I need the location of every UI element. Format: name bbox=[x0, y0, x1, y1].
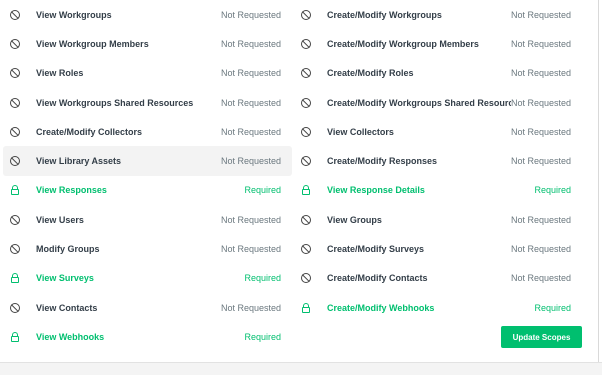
ban-icon bbox=[10, 97, 20, 108]
scope-status: Not Requested bbox=[220, 156, 281, 167]
update-scopes-button[interactable]: Update Scopes bbox=[501, 326, 582, 348]
scope-row-create-modify-workgroup-members[interactable]: Create/Modify Workgroup Members Not Reque… bbox=[294, 29, 582, 58]
scope-status: Required bbox=[534, 185, 571, 196]
scope-label: View Users bbox=[36, 214, 84, 225]
scope-status: Not Requested bbox=[220, 38, 281, 49]
scope-status: Not Requested bbox=[510, 38, 571, 49]
scope-status: Required bbox=[244, 273, 281, 284]
scope-label: View Collectors bbox=[327, 126, 394, 137]
scope-status: Not Requested bbox=[510, 273, 571, 284]
lock-icon bbox=[301, 185, 311, 196]
scope-row-view-roles[interactable]: View Roles Not Requested bbox=[3, 59, 292, 88]
scope-label: Create/Modify Workgroup Members bbox=[327, 38, 479, 49]
scope-status: Not Requested bbox=[510, 97, 571, 108]
scope-label: Modify Groups bbox=[36, 244, 100, 255]
scope-row-create-modify-contacts[interactable]: Create/Modify Contacts Not Requested bbox=[294, 264, 582, 293]
scope-status: Required bbox=[244, 331, 281, 342]
scope-status: Not Requested bbox=[220, 244, 281, 255]
scope-label: View Library Assets bbox=[36, 156, 122, 167]
ban-icon bbox=[301, 244, 311, 255]
panel-footer-edge bbox=[0, 362, 602, 375]
ban-icon bbox=[10, 9, 20, 20]
ban-icon bbox=[10, 156, 20, 167]
scope-row-modify-groups[interactable]: Modify Groups Not Requested bbox=[3, 234, 292, 263]
scope-label: View Workgroups bbox=[36, 9, 112, 20]
scope-label: View Webhooks bbox=[36, 331, 105, 342]
scope-label: View Surveys bbox=[36, 273, 94, 284]
ban-icon bbox=[301, 97, 311, 108]
scope-status: Required bbox=[244, 185, 281, 196]
scope-status: Not Requested bbox=[510, 156, 571, 167]
scope-label: View Roles bbox=[36, 68, 84, 79]
scope-label: View Groups bbox=[327, 214, 382, 225]
ban-icon bbox=[301, 38, 311, 49]
scope-row-create-modify-collectors[interactable]: Create/Modify Collectors Not Requested bbox=[3, 117, 292, 146]
scope-row-view-workgroups[interactable]: View Workgroups Not Requested bbox=[3, 0, 292, 29]
scope-label: Create/Modify Collectors bbox=[36, 126, 143, 137]
scope-row-view-response-details[interactable]: View Response Details Required bbox=[294, 176, 582, 205]
scope-status: Not Requested bbox=[220, 126, 281, 137]
scope-row-view-users[interactable]: View Users Not Requested bbox=[3, 205, 292, 234]
lock-icon bbox=[301, 302, 311, 313]
scope-row-create-modify-webhooks[interactable]: Create/Modify Webhooks Required bbox=[294, 293, 582, 322]
scope-row-create-modify-surveys[interactable]: Create/Modify Surveys Not Requested bbox=[294, 234, 582, 263]
scope-row-view-responses[interactable]: View Responses Required bbox=[3, 176, 292, 205]
scope-label: View Contacts bbox=[36, 302, 98, 313]
scope-status: Not Requested bbox=[510, 126, 571, 137]
ban-icon bbox=[301, 68, 311, 79]
ban-icon bbox=[301, 214, 311, 225]
ban-icon bbox=[10, 38, 20, 49]
scope-label: Create/Modify Surveys bbox=[327, 244, 425, 255]
scope-row-create-modify-workgroups-shared-resources[interactable]: Create/Modify Workgroups Shared Resource… bbox=[294, 88, 582, 117]
scope-row-view-surveys[interactable]: View Surveys Required bbox=[3, 264, 292, 293]
scopes-panel: View Workgroups Not Requested View Workgro… bbox=[0, 0, 602, 375]
scope-status: Not Requested bbox=[510, 9, 571, 20]
scope-row-view-workgroup-members[interactable]: View Workgroup Members Not Requested bbox=[3, 29, 292, 58]
scope-label: Create/Modify Contacts bbox=[327, 273, 428, 284]
scope-row-create-modify-roles[interactable]: Create/Modify Roles Not Requested bbox=[294, 59, 582, 88]
scope-row-view-library-assets[interactable]: View Library Assets Not Requested bbox=[3, 146, 292, 176]
lock-icon bbox=[10, 185, 20, 196]
lock-icon bbox=[10, 331, 20, 342]
scope-label: Create/Modify Responses bbox=[327, 156, 438, 167]
scope-status: Required bbox=[534, 302, 571, 313]
ban-icon bbox=[301, 126, 311, 137]
ban-icon bbox=[301, 9, 311, 20]
scope-label: View Workgroups Shared Resources bbox=[36, 97, 194, 108]
scope-row-create-modify-workgroups[interactable]: Create/Modify Workgroups Not Requested bbox=[294, 0, 582, 29]
lock-icon bbox=[10, 273, 20, 284]
scope-label: Create/Modify Webhooks bbox=[327, 302, 435, 313]
scope-row-view-workgroups-shared-resources[interactable]: View Workgroups Shared Resources Not Requ… bbox=[3, 88, 292, 117]
scope-label: Create/Modify Workgroups bbox=[327, 9, 442, 20]
scope-status: Not Requested bbox=[220, 302, 281, 313]
scopes-left-column: View Workgroups Not Requested View Workgro… bbox=[3, 0, 292, 352]
scope-status: Not Requested bbox=[220, 97, 281, 108]
scope-status: Not Requested bbox=[510, 68, 571, 79]
scope-row-view-contacts[interactable]: View Contacts Not Requested bbox=[3, 293, 292, 322]
scope-label: View Response Details bbox=[327, 185, 425, 196]
scope-label: Create/Modify Roles bbox=[327, 68, 414, 79]
scope-status: Not Requested bbox=[510, 244, 571, 255]
scope-status: Not Requested bbox=[220, 9, 281, 20]
ban-icon bbox=[10, 126, 20, 137]
ban-icon bbox=[301, 273, 311, 284]
scope-label: View Responses bbox=[36, 185, 107, 196]
panel-divider bbox=[598, 0, 599, 363]
scope-label: Create/Modify Workgroups Shared Resource… bbox=[327, 97, 511, 108]
scope-status: Not Requested bbox=[220, 68, 281, 79]
scope-label: View Workgroup Members bbox=[36, 38, 149, 49]
scope-row-view-webhooks[interactable]: View Webhooks Required bbox=[3, 322, 292, 351]
scope-status: Not Requested bbox=[510, 214, 571, 225]
ban-icon bbox=[10, 244, 20, 255]
scope-row-create-modify-responses[interactable]: Create/Modify Responses Not Requested bbox=[294, 146, 582, 175]
scopes-right-column: Create/Modify Workgroups Not Requested Cre… bbox=[294, 0, 582, 322]
ban-icon bbox=[10, 302, 20, 313]
scope-row-view-groups[interactable]: View Groups Not Requested bbox=[294, 205, 582, 234]
ban-icon bbox=[10, 68, 20, 79]
scope-row-view-collectors[interactable]: View Collectors Not Requested bbox=[294, 117, 582, 146]
ban-icon bbox=[301, 156, 311, 167]
ban-icon bbox=[10, 214, 20, 225]
scope-status: Not Requested bbox=[220, 214, 281, 225]
